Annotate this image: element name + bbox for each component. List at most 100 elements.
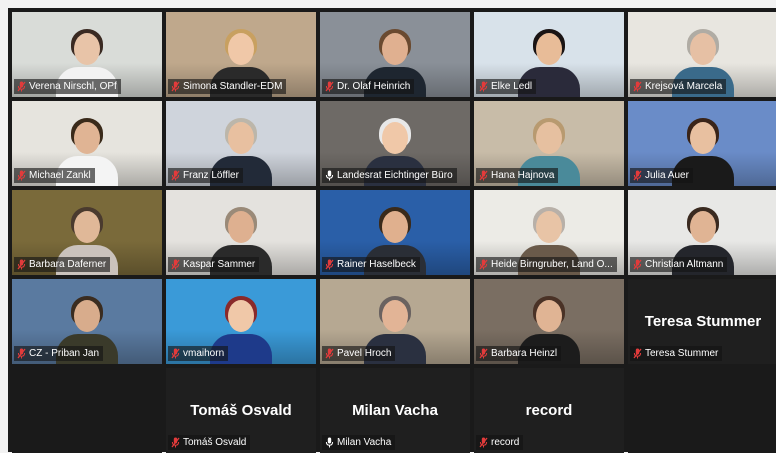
- participant-name: Milan Vacha: [337, 437, 392, 448]
- participant-name-label: Kaspar Sammer: [168, 257, 260, 272]
- participant-tile[interactable]: Hana Hajnova: [474, 101, 624, 186]
- participant-name: Krejsová Marcela: [645, 81, 723, 92]
- participant-display-name: record: [525, 402, 573, 419]
- participant-name-label: Elke Ledl: [476, 79, 537, 94]
- participant-name: Tomáš Osvald: [183, 437, 247, 448]
- participant-name: Elke Ledl: [491, 81, 533, 92]
- participant-name-label: Franz Löffler: [168, 168, 243, 183]
- participant-name: Heide Birngruber, Land O...: [491, 259, 613, 270]
- participant-name-label: Christian Altmann: [630, 257, 728, 272]
- participant-tile-camera-off[interactable]: Tomáš Osvald Tomáš Osvald: [166, 368, 316, 453]
- microphone-muted-icon: [479, 348, 488, 359]
- participant-name: Pavel Hroch: [337, 348, 392, 359]
- participant-tile[interactable]: Heide Birngruber, Land O...: [474, 190, 624, 275]
- participant-name: Christian Altmann: [645, 259, 724, 270]
- participant-name: CZ - Priban Jan: [29, 348, 100, 359]
- microphone-muted-icon: [171, 259, 180, 270]
- participant-name: Michael Zankl: [29, 170, 91, 181]
- microphone-muted-icon: [479, 259, 488, 270]
- participant-tile[interactable]: Pavel Hroch: [320, 279, 470, 364]
- microphone-muted-icon: [325, 81, 334, 92]
- microphone-muted-icon: [17, 259, 26, 270]
- participant-tile-camera-off[interactable]: Milan Vacha Milan Vacha: [320, 368, 470, 453]
- microphone-muted-icon: [325, 259, 334, 270]
- participant-tile[interactable]: Dr. Olaf Heinrich: [320, 12, 470, 97]
- participant-tile[interactable]: Rainer Haselbeck: [320, 190, 470, 275]
- participant-display-name: Teresa Stummer: [644, 313, 762, 330]
- participant-name-label: Barbara Daferner: [14, 257, 111, 272]
- participant-tile-camera-off[interactable]: record record: [474, 368, 624, 453]
- participant-name-label: Landesrat Eichtinger Büro: [322, 168, 457, 183]
- participant-name: Julia Auer: [645, 170, 689, 181]
- participant-name: Hana Hajnova: [491, 170, 555, 181]
- participant-name-label: Dr. Olaf Heinrich: [322, 79, 415, 94]
- participant-tile[interactable]: Krejsová Marcela: [628, 12, 776, 97]
- participant-name-label: Heide Birngruber, Land O...: [476, 257, 617, 272]
- participant-name-label: Simona Standler-EDM: [168, 79, 287, 94]
- microphone-muted-icon: [633, 259, 642, 270]
- microphone-muted-icon: [171, 170, 180, 181]
- microphone-muted-icon: [17, 170, 26, 181]
- participant-name: Rainer Haselbeck: [337, 259, 416, 270]
- video-conference-window: Verena Nirschl, OPf Simona Standler-EDM …: [8, 8, 776, 453]
- participant-name-label: Pavel Hroch: [322, 346, 396, 361]
- participant-tile[interactable]: Kaspar Sammer: [166, 190, 316, 275]
- participant-name: Verena Nirschl, OPf: [29, 81, 117, 92]
- participant-tile-camera-off[interactable]: Teresa Stummer Teresa Stummer: [628, 279, 776, 364]
- microphone-muted-icon: [479, 437, 488, 448]
- microphone-muted-icon: [479, 170, 488, 181]
- participant-name-label: CZ - Priban Jan: [14, 346, 104, 361]
- participant-display-name: Tomáš Osvald: [190, 402, 292, 419]
- participant-tile-active-speaker[interactable]: Franz Löffler: [166, 101, 316, 186]
- microphone-muted-icon: [171, 348, 180, 359]
- participant-tile[interactable]: Julia Auer: [628, 101, 776, 186]
- participant-name: Dr. Olaf Heinrich: [337, 81, 411, 92]
- participant-tile[interactable]: Elke Ledl: [474, 12, 624, 97]
- participant-tile[interactable]: Verena Nirschl, OPf: [12, 12, 162, 97]
- participant-name-label: Julia Auer: [630, 168, 693, 183]
- participant-name: Teresa Stummer: [645, 348, 719, 359]
- microphone-muted-icon: [17, 348, 26, 359]
- participant-name-label: Barbara Heinzl: [476, 346, 562, 361]
- participant-name: vmaihorn: [183, 348, 225, 359]
- microphone-muted-icon: [633, 81, 642, 92]
- participant-name-label: Rainer Haselbeck: [322, 257, 420, 272]
- participant-tile[interactable]: Barbara Daferner: [12, 190, 162, 275]
- microphone-muted-icon: [171, 437, 180, 448]
- participant-name: Simona Standler-EDM: [183, 81, 283, 92]
- microphone-muted-icon: [325, 348, 334, 359]
- empty-grid-slot: [628, 368, 776, 453]
- participant-name-label: Krejsová Marcela: [630, 79, 727, 94]
- participant-gallery: Verena Nirschl, OPf Simona Standler-EDM …: [12, 12, 776, 453]
- microphone-icon: [325, 170, 334, 181]
- participant-name: record: [491, 437, 520, 448]
- microphone-muted-icon: [633, 170, 642, 181]
- participant-name-label: Milan Vacha: [322, 435, 396, 450]
- participant-name: Barbara Heinzl: [491, 348, 558, 359]
- participant-name: Kaspar Sammer: [183, 259, 256, 270]
- participant-name: Barbara Daferner: [29, 259, 107, 270]
- participant-name-label: record: [476, 435, 524, 450]
- microphone-muted-icon: [633, 348, 642, 359]
- participant-name-label: vmaihorn: [168, 346, 229, 361]
- participant-tile[interactable]: vmaihorn: [166, 279, 316, 364]
- microphone-muted-icon: [171, 81, 180, 92]
- participant-name-label: Hana Hajnova: [476, 168, 559, 183]
- participant-tile[interactable]: CZ - Priban Jan: [12, 279, 162, 364]
- participant-tile[interactable]: Barbara Heinzl: [474, 279, 624, 364]
- microphone-muted-icon: [479, 81, 488, 92]
- participant-name: Franz Löffler: [183, 170, 239, 181]
- participant-display-name: Milan Vacha: [352, 402, 438, 419]
- participant-name-label: Teresa Stummer: [630, 346, 723, 361]
- participant-name-label: Michael Zankl: [14, 168, 95, 183]
- microphone-muted-icon: [17, 81, 26, 92]
- participant-name-label: Verena Nirschl, OPf: [14, 79, 121, 94]
- microphone-icon: [325, 437, 334, 448]
- participant-name: Landesrat Eichtinger Büro: [337, 170, 453, 181]
- participant-name-label: Tomáš Osvald: [168, 435, 251, 450]
- participant-tile[interactable]: Michael Zankl: [12, 101, 162, 186]
- participant-tile[interactable]: Landesrat Eichtinger Büro: [320, 101, 470, 186]
- participant-tile[interactable]: Simona Standler-EDM: [166, 12, 316, 97]
- participant-tile[interactable]: Christian Altmann: [628, 190, 776, 275]
- empty-grid-slot: [12, 368, 162, 453]
